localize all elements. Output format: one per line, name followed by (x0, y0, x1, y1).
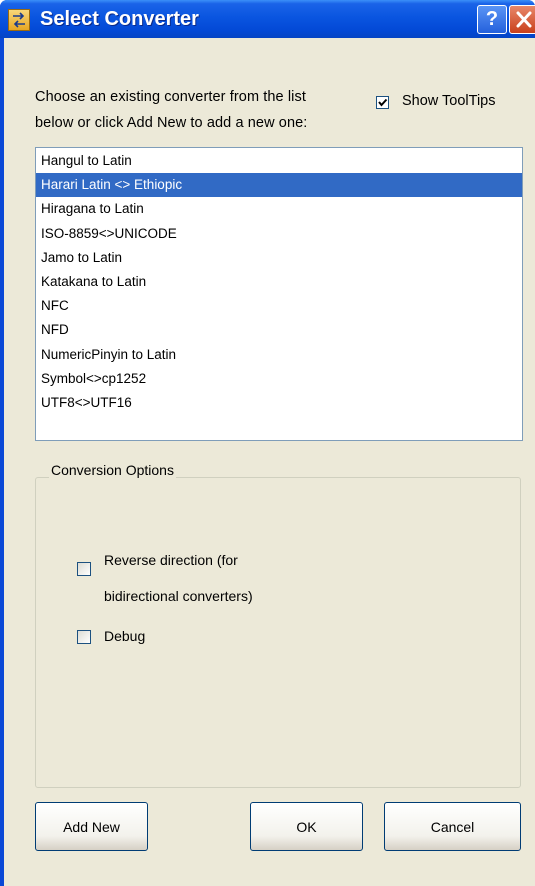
help-button[interactable]: ? (477, 5, 507, 34)
converter-list-item[interactable]: NumericPinyin to Latin (36, 343, 522, 367)
help-icon: ? (485, 8, 499, 30)
instructions-line-1: Choose an existing converter from the li… (35, 89, 306, 105)
reverse-direction-checkbox[interactable] (77, 562, 91, 576)
reverse-direction-label-line-2: bidirectional converters) (104, 588, 253, 604)
conversion-options-title: Conversion Options (49, 462, 176, 478)
converter-list-item[interactable]: ISO-8859<>UNICODE (36, 222, 522, 246)
instructions-text: Choose an existing converter from the li… (35, 84, 370, 136)
converter-list-item[interactable]: Hangul to Latin (36, 149, 522, 173)
converter-list-item[interactable]: NFD (36, 318, 522, 342)
converter-list-item[interactable]: NFC (36, 294, 522, 318)
converter-app-icon (8, 9, 30, 31)
converter-list-item[interactable]: Hiragana to Latin (36, 197, 522, 221)
debug-checkbox[interactable] (77, 630, 91, 644)
converter-list-item[interactable]: Jamo to Latin (36, 246, 522, 270)
cancel-button[interactable]: Cancel (384, 802, 521, 851)
instructions-line-2: below or click Add New to add a new one: (35, 115, 308, 131)
ok-button[interactable]: OK (250, 802, 363, 851)
checkmark-icon (378, 98, 388, 107)
converter-list-item[interactable]: UTF8<>UTF16 (36, 391, 522, 415)
converter-listbox[interactable]: Hangul to Latin Harari Latin <> Ethiopic H… (35, 147, 523, 441)
converter-list-item[interactable]: Katakana to Latin (36, 270, 522, 294)
debug-label[interactable]: Debug (104, 628, 145, 644)
close-icon (516, 11, 532, 28)
close-button[interactable] (509, 5, 535, 34)
window-title: Select Converter (40, 8, 199, 30)
add-new-button[interactable]: Add New (35, 802, 148, 851)
converter-list-item[interactable]: Harari Latin <> Ethiopic (36, 173, 522, 198)
select-converter-dialog: Select Converter ? Choose an existing co… (0, 0, 535, 886)
title-bar[interactable]: Select Converter ? (0, 0, 535, 38)
converter-list-item[interactable]: Symbol<>cp1252 (36, 367, 522, 391)
show-tooltips-checkbox[interactable] (376, 96, 389, 109)
reverse-direction-label[interactable]: Reverse direction (for bidirectional con… (104, 542, 253, 614)
reverse-direction-label-line-1: Reverse direction (for (104, 552, 238, 568)
show-tooltips-label[interactable]: Show ToolTips (402, 93, 496, 109)
